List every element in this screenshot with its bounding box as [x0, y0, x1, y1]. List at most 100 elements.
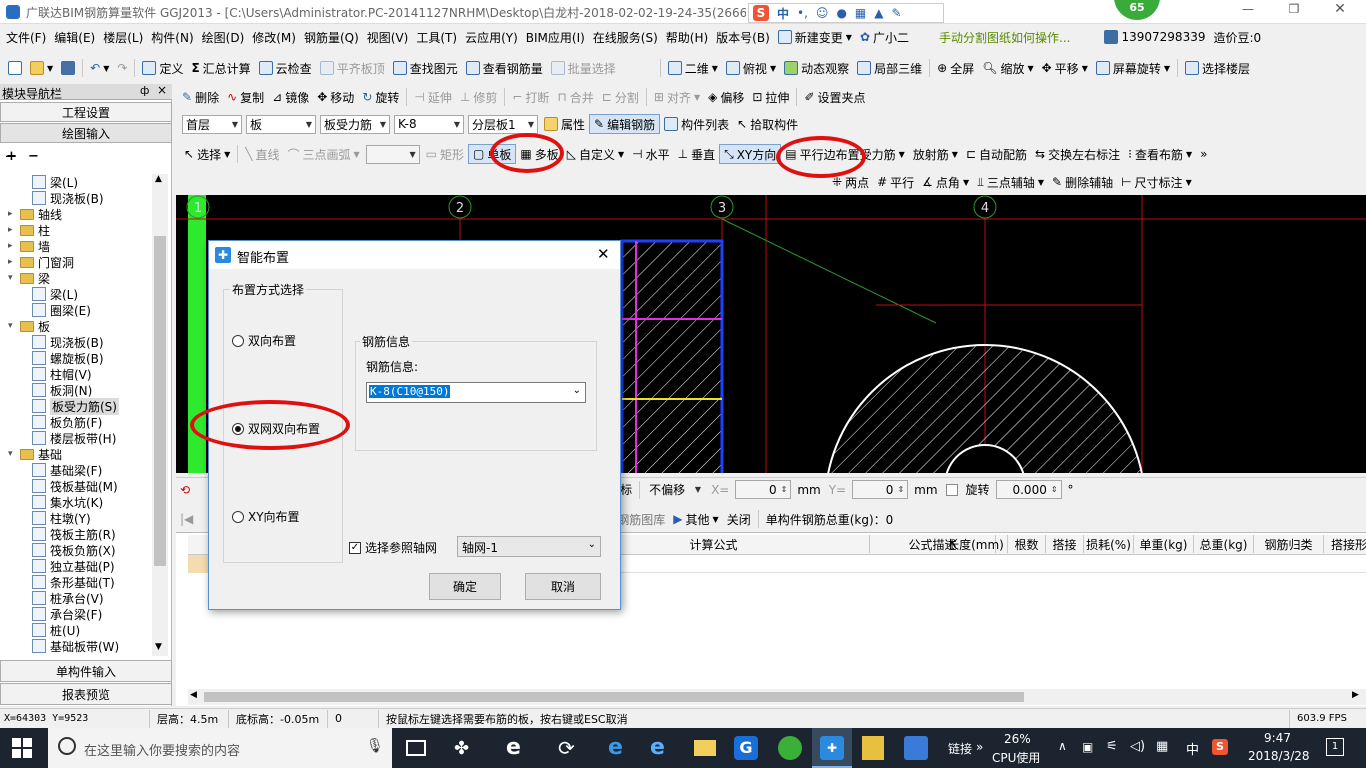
volume-icon[interactable]: ◁)	[1130, 739, 1145, 754]
undo-button[interactable]: ↶ ▼	[86, 58, 113, 78]
keyboard-tray-icon[interactable]: ▦	[1156, 739, 1168, 754]
zoom-button[interactable]: 🔍︎ 缩放 ▼	[978, 58, 1037, 78]
select-floor-button[interactable]: 选择楼层	[1181, 58, 1254, 78]
select-tool-button[interactable]: ↖ 选择 ▼	[180, 144, 234, 164]
help-hint-link[interactable]: 手动分割图纸如何操作...	[935, 27, 1074, 47]
tree-leaf[interactable]: 桩(U)	[32, 622, 80, 638]
new-file-button[interactable]	[4, 58, 26, 78]
tree-leaf[interactable]: 桩承台(V)	[32, 590, 104, 606]
col-category[interactable]: 钢筋归类	[1254, 535, 1324, 553]
hscroll-thumb[interactable]	[204, 692, 1024, 702]
tree-scrollbar[interactable]: ▲ ▼	[152, 174, 168, 656]
redo-button[interactable]: ↷	[113, 58, 131, 78]
ime-toolbar[interactable]: S 中 •, ☺ ● ▦ ▲ ✎	[748, 3, 944, 23]
tree-scroll-down-icon[interactable]: ▼	[155, 642, 162, 652]
action-center-icon[interactable]: 1	[1326, 738, 1344, 756]
split-button[interactable]: ⊏ 分割	[598, 87, 643, 107]
set-grip-button[interactable]: ✐ 设置夹点	[800, 87, 869, 107]
view-rebar-button[interactable]: 查看钢筋量	[462, 58, 547, 78]
delete-button[interactable]: ✎ 删除	[178, 87, 223, 107]
offset-select[interactable]: 不偏移 ▼	[645, 480, 706, 499]
mic-icon[interactable]: 🎙︎	[366, 738, 384, 754]
tree-leaf[interactable]: 柱帽(V)	[32, 366, 92, 382]
collapse-all-icon[interactable]: −	[28, 149, 39, 164]
offset-button[interactable]: ◈ 偏移	[704, 87, 748, 107]
swap-labels-button[interactable]: ⇆ 交换左右标注	[1031, 144, 1124, 164]
menu-tools[interactable]: 工具(T)	[412, 27, 461, 47]
clock-time[interactable]: 9:47	[1264, 731, 1291, 745]
glodon-icon[interactable]: G	[734, 736, 758, 760]
pinned-app-2-icon[interactable]: ⟳	[558, 736, 575, 760]
break-button[interactable]: ⌐ 打断	[508, 87, 553, 107]
component-list-button[interactable]: 构件列表	[660, 114, 733, 134]
tree-folder[interactable]: ▸ 门窗洞	[8, 254, 74, 270]
local-3d-button[interactable]: 局部三维	[853, 58, 926, 78]
new-change-button[interactable]: 新建变更 ▼	[774, 27, 856, 47]
hscroll-left-icon[interactable]: ◀	[190, 690, 197, 700]
sogou-tray-icon[interactable]: S	[1212, 739, 1228, 755]
keyboard-icon[interactable]: ▦	[855, 6, 866, 20]
grid-hscrollbar[interactable]: ◀ ▶	[188, 689, 1366, 705]
tree-expand-icon[interactable]: ▸	[8, 257, 18, 267]
single-input-button[interactable]: 单构件输入	[0, 660, 172, 682]
taskbar-search[interactable]: 在这里输入你要搜索的内容 🎙︎	[48, 728, 392, 768]
properties-button[interactable]: 属性	[540, 114, 589, 134]
radio-xy[interactable]: XY向布置	[232, 508, 300, 525]
col-count[interactable]: 根数	[1008, 535, 1046, 553]
multi-slab-button[interactable]: ▦ 多板	[516, 144, 562, 164]
tray-app-icon[interactable]: ▣	[1082, 740, 1093, 754]
subtype-select[interactable]: 板受力筋 ▼	[320, 114, 390, 134]
copy-button[interactable]: ∿ 复制	[223, 87, 268, 107]
mic-icon[interactable]: ●	[836, 6, 846, 20]
tree-leaf[interactable]: 楼层板带(H)	[32, 430, 116, 446]
fullscreen-button[interactable]: ⊕ 全屏	[933, 58, 978, 78]
col-loss[interactable]: 损耗(%)	[1084, 535, 1134, 553]
tree-collapse-icon[interactable]: ▾	[8, 273, 18, 283]
close-button[interactable]: ✕	[1330, 1, 1350, 17]
menu-bim[interactable]: BIM应用(I)	[522, 27, 589, 47]
tree-leaf[interactable]: 筏板基础(M)	[32, 478, 118, 494]
start-button[interactable]	[12, 738, 32, 758]
radial-rebar-button[interactable]: 放射筋 ▼	[909, 144, 962, 164]
col-length[interactable]: 长度(mm)	[944, 535, 1008, 553]
tree-leaf[interactable]: 基础板带(W)	[32, 638, 119, 654]
horizontal-button[interactable]: ⊣ 水平	[628, 144, 673, 164]
tree-leaf[interactable]: 独立基础(P)	[32, 558, 115, 574]
project-settings-button[interactable]: 工程设置	[0, 102, 172, 122]
tree-leaf[interactable]: 筏板负筋(X)	[32, 542, 116, 558]
align-top-button[interactable]: 平齐板顶	[316, 58, 389, 78]
restore-button[interactable]: ❐	[1284, 2, 1304, 16]
tree-leaf[interactable]: 集水坑(K)	[32, 494, 103, 510]
menu-view[interactable]: 视图(V)	[363, 27, 413, 47]
nav-close-icon[interactable]: ×	[157, 83, 167, 97]
col-lap-type[interactable]: 搭接形	[1324, 535, 1366, 553]
x-input[interactable]: 0 ⇕	[735, 480, 792, 499]
user-account[interactable]: 13907298339	[1100, 27, 1209, 47]
tray-expand-icon[interactable]: ∧	[1058, 739, 1067, 753]
notification-badge[interactable]: 65	[1114, 0, 1160, 20]
tree-leaf[interactable]: 板受力筋(S)	[32, 397, 119, 415]
emoji-icon[interactable]: ☺	[816, 6, 829, 20]
ref-grid-checkbox[interactable]: ✓ 选择参照轴网	[349, 539, 437, 556]
tree-folder[interactable]: ▸ 轴线	[8, 206, 62, 222]
minimize-button[interactable]: —	[1238, 2, 1258, 16]
arc-mode-select[interactable]: ▼	[365, 144, 420, 164]
menu-component[interactable]: 构件(N)	[147, 27, 197, 47]
three-point-axis-button[interactable]: ⫫ 三点辅轴 ▼	[973, 172, 1048, 192]
report-preview-button[interactable]: 报表预览	[0, 683, 172, 705]
merge-button[interactable]: ⊓ 合并	[553, 87, 597, 107]
trim-button[interactable]: ⊥ 修剪	[456, 87, 501, 107]
screen-rotate-button[interactable]: 屏幕旋转 ▼	[1092, 58, 1174, 78]
menu-file[interactable]: 文件(F)	[2, 27, 50, 47]
tree-leaf[interactable]: 承台梁(F)	[32, 606, 102, 622]
rect-tool-button[interactable]: ▭ 矩形	[422, 144, 468, 164]
tree-folder[interactable]: ▾ 梁	[8, 270, 50, 286]
top-view-select[interactable]: 俯视 ▼	[722, 58, 780, 78]
tree-leaf[interactable]: 现浇板(B)	[32, 190, 104, 206]
calc-summary-button[interactable]: Σ 汇总计算	[187, 58, 254, 78]
rebar-lib-button[interactable]: 钢筋图库	[613, 509, 669, 529]
extend-button[interactable]: ⊣ 延伸	[410, 87, 455, 107]
rotate-checkbox[interactable]	[945, 483, 958, 496]
menu-floor[interactable]: 楼层(L)	[99, 27, 147, 47]
pick-component-button[interactable]: ↖ 拾取构件	[733, 114, 802, 134]
